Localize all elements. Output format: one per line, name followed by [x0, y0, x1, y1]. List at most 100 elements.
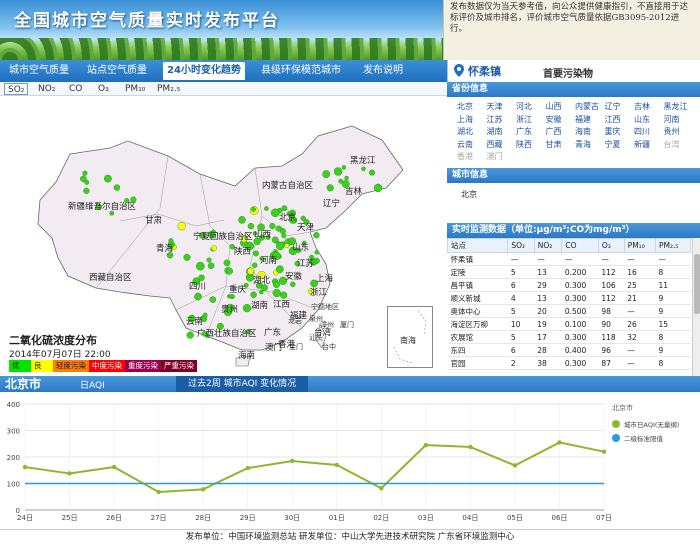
station-dot[interactable] — [194, 292, 202, 301]
province-label[interactable]: 江西 — [273, 298, 290, 310]
table-row[interactable]: 定陵 5 13 0.200 112 16 8 — [447, 265, 691, 279]
province-link[interactable]: 台湾 — [664, 139, 680, 150]
table-row[interactable]: 顺义新城 4 13 0.300 112 21 9 — [447, 291, 691, 305]
table-row[interactable]: 农展馆 5 17 0.300 118 32 8 — [447, 330, 691, 344]
table-row[interactable]: 东四 6 28 0.400 96—9 — [447, 343, 691, 357]
tab-co[interactable]: CO — [66, 83, 85, 95]
province-link[interactable]: 海南 — [575, 126, 591, 137]
province-link[interactable]: 宁夏 — [605, 139, 621, 150]
station-dot[interactable] — [275, 265, 284, 274]
tab-pm25[interactable]: PM₂.₅ — [154, 83, 183, 95]
province-link[interactable]: 四川 — [634, 126, 650, 137]
station-dot[interactable] — [207, 262, 215, 269]
province-link[interactable]: 广西 — [546, 126, 562, 137]
nav-release-notes[interactable]: 发布说明 — [355, 62, 411, 80]
station-dot[interactable] — [264, 206, 269, 211]
province-label[interactable]: 北京 — [279, 211, 296, 223]
province-link[interactable]: 黑龙江 — [664, 101, 688, 112]
province-link[interactable]: 北京 — [457, 101, 473, 112]
station-dot[interactable] — [361, 166, 366, 172]
province-label[interactable]: 上海 — [316, 272, 333, 284]
province-label[interactable]: 山东 — [292, 241, 309, 253]
nav-station-air-quality[interactable]: 站点空气质量 — [80, 62, 154, 80]
station-dot[interactable] — [206, 257, 212, 263]
station-dot[interactable] — [202, 312, 208, 318]
province-link[interactable]: 山西 — [546, 101, 562, 112]
nav-24h-trend[interactable]: 24小时变化趋势 — [163, 62, 245, 80]
station-name[interactable]: 怀柔镇 — [468, 63, 501, 79]
station-dot[interactable] — [284, 243, 290, 249]
province-link[interactable]: 西藏 — [487, 139, 503, 150]
station-dot[interactable] — [276, 241, 285, 251]
province-link[interactable]: 甘肃 — [546, 139, 562, 150]
province-label[interactable]: 广西壮族自治区 — [197, 327, 257, 339]
station-dot[interactable] — [369, 169, 376, 176]
station-dot[interactable] — [104, 174, 112, 183]
station-dot[interactable] — [251, 207, 256, 212]
table-row[interactable]: 昌平镇 6 29 0.300 106 25 11 — [447, 278, 691, 292]
tab-so2[interactable]: SO₂ — [4, 83, 29, 95]
table-scrollbar[interactable] — [692, 238, 700, 376]
table-row[interactable]: 奥体中心 5 20 0.500 98—9 — [447, 304, 691, 318]
province-link[interactable]: 天津 — [487, 101, 503, 112]
trend-metric-label[interactable]: 日AQI — [80, 378, 105, 391]
province-label[interactable]: 江苏 — [297, 257, 314, 269]
table-row[interactable]: 海淀区万柳 10 19 0.100 90 26 15 — [447, 317, 691, 331]
province-label[interactable]: 西藏自治区 — [89, 271, 132, 283]
province-label[interactable]: 广东 — [264, 326, 281, 338]
scrollbar-thumb[interactable] — [694, 254, 700, 314]
station-dot[interactable] — [281, 233, 287, 239]
province-label[interactable]: 宁夏回族自治区 — [193, 230, 253, 242]
province-label[interactable]: 四川 — [189, 280, 206, 292]
province-link[interactable]: 陕西 — [516, 139, 532, 150]
station-dot[interactable] — [113, 184, 121, 191]
table-row[interactable]: 官园 2 38 0.300 87—8 — [447, 356, 691, 370]
station-dot[interactable] — [84, 180, 90, 185]
province-link[interactable]: 辽宁 — [605, 101, 621, 112]
station-dot[interactable] — [195, 261, 205, 271]
province-link[interactable]: 贵州 — [664, 126, 680, 137]
station-dot[interactable] — [225, 267, 233, 275]
province-label[interactable]: 内蒙古自治区 — [262, 179, 313, 191]
province-link[interactable]: 青海 — [575, 139, 591, 150]
table-row[interactable]: 怀柔镇 — — — — — — — [447, 252, 691, 266]
province-label[interactable]: 重庆 — [229, 283, 246, 295]
station-dot[interactable] — [177, 222, 186, 231]
province-label[interactable]: 湖南 — [251, 299, 268, 311]
province-label[interactable]: 云南 — [186, 315, 203, 327]
station-dot[interactable] — [322, 170, 331, 179]
province-label[interactable]: 浙江 — [310, 286, 327, 298]
station-dot[interactable] — [341, 165, 347, 170]
station-dot[interactable] — [333, 167, 343, 176]
tab-o3[interactable]: O₃ — [95, 83, 112, 95]
province-link[interactable]: 澳门 — [487, 151, 503, 162]
province-link[interactable]: 河北 — [516, 101, 532, 112]
station-dot[interactable] — [209, 296, 217, 303]
station-dot[interactable] — [223, 259, 231, 267]
station-dot[interactable] — [313, 231, 320, 239]
province-label[interactable]: 河南 — [260, 254, 277, 266]
station-dot[interactable] — [313, 257, 320, 264]
province-label[interactable]: 海南 — [238, 349, 255, 361]
province-link[interactable]: 重庆 — [605, 126, 621, 137]
province-label[interactable]: 甘肃 — [145, 214, 162, 226]
station-dot[interactable] — [247, 222, 255, 230]
province-link[interactable]: 吉林 — [634, 101, 650, 112]
station-dot[interactable] — [253, 250, 259, 257]
province-link[interactable]: 安徽 — [546, 114, 562, 125]
province-label[interactable]: 贵州 — [221, 303, 238, 315]
station-dot[interactable] — [279, 228, 286, 235]
province-link[interactable]: 福建 — [575, 114, 591, 125]
station-dot[interactable] — [83, 187, 90, 194]
province-link[interactable]: 山东 — [634, 114, 650, 125]
station-dot[interactable] — [271, 236, 279, 244]
province-link[interactable]: 河南 — [664, 114, 680, 125]
province-link[interactable]: 浙江 — [516, 114, 532, 125]
province-link[interactable]: 湖南 — [487, 126, 503, 137]
tab-pm10[interactable]: PM₁₀ — [122, 83, 148, 95]
province-label[interactable]: 湖北 — [253, 274, 270, 286]
province-label[interactable]: 山西 — [254, 228, 271, 240]
province-link[interactable]: 广东 — [516, 126, 532, 137]
province-label[interactable]: 安徽 — [285, 270, 302, 282]
province-label[interactable]: 新疆维吾尔自治区 — [68, 200, 136, 212]
